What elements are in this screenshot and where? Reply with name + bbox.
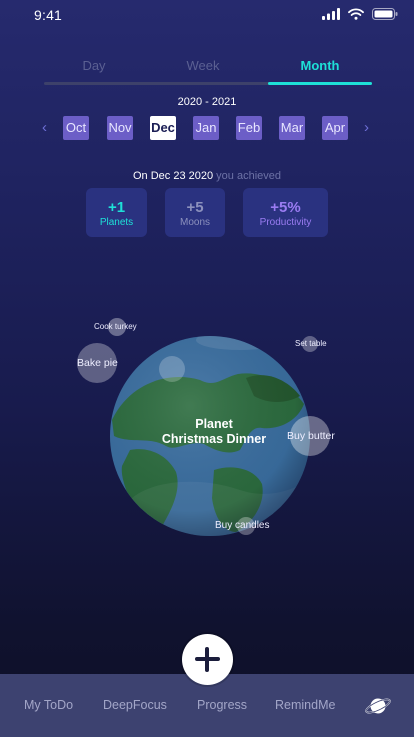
- stat-moons: +5 Moons: [165, 188, 225, 237]
- stat-productivity-label: Productivity: [259, 217, 312, 228]
- status-bar: 9:41: [0, 0, 414, 30]
- moon-glare: [159, 356, 185, 382]
- tab-month[interactable]: Month: [270, 58, 370, 73]
- nav-deepfocus[interactable]: DeepFocus: [103, 698, 167, 712]
- moon-label-set-table: Set table: [295, 339, 327, 348]
- signal-icon: [322, 8, 340, 20]
- stat-productivity: +5% Productivity: [243, 188, 328, 237]
- month-mar[interactable]: Mar: [279, 116, 305, 140]
- nav-progress[interactable]: Progress: [197, 698, 247, 712]
- wifi-icon: [348, 8, 364, 20]
- achievement-date: On Dec 23 2020: [132, 170, 214, 182]
- month-jan[interactable]: Jan: [193, 116, 219, 140]
- achievement-suffix: you achieved: [216, 170, 281, 182]
- month-dec[interactable]: Dec: [150, 116, 176, 140]
- stat-planets-label: Planets: [99, 217, 134, 228]
- nav-my-todo[interactable]: My ToDo: [24, 698, 73, 712]
- planet-area: Planet Christmas Dinner Cook turkey Bake…: [0, 300, 414, 560]
- stat-planets: +1 Planets: [86, 188, 147, 237]
- planet-icon[interactable]: [364, 694, 392, 718]
- year-range-label: 2020 - 2021: [177, 96, 237, 108]
- stat-planets-value: +1: [107, 199, 126, 216]
- moon-label-cook-turkey: Cook turkey: [94, 322, 137, 331]
- month-oct[interactable]: Oct: [63, 116, 89, 140]
- achievement-caption: On Dec 23 2020 you achieved: [0, 170, 414, 182]
- chevron-right-icon[interactable]: ›: [364, 119, 369, 136]
- moon-label-bake-pie: Bake pie: [77, 357, 118, 369]
- moon-label-buy-butter: Buy butter: [287, 430, 335, 442]
- tab-day[interactable]: Day: [44, 58, 144, 73]
- stat-moons-value: +5: [186, 199, 204, 216]
- month-picker: ‹ Oct Nov Dec Jan Feb Mar Apr ›: [36, 116, 378, 142]
- add-task-button[interactable]: [182, 634, 233, 685]
- period-tabs: Day Week Month: [44, 58, 372, 86]
- stat-moons-label: Moons: [179, 217, 210, 228]
- nav-remindme[interactable]: RemindMe: [275, 698, 335, 712]
- status-time: 9:41: [34, 7, 63, 23]
- status-icons: [322, 8, 398, 20]
- month-feb[interactable]: Feb: [236, 116, 262, 140]
- tab-week[interactable]: Week: [153, 58, 253, 73]
- battery-icon: [372, 8, 398, 20]
- month-nov[interactable]: Nov: [107, 116, 133, 140]
- tab-active-indicator: [268, 82, 372, 85]
- chevron-left-icon[interactable]: ‹: [42, 119, 47, 136]
- moon-label-buy-candles: Buy candles: [215, 520, 270, 531]
- month-apr[interactable]: Apr: [322, 116, 348, 140]
- stat-productivity-value: +5%: [270, 199, 301, 216]
